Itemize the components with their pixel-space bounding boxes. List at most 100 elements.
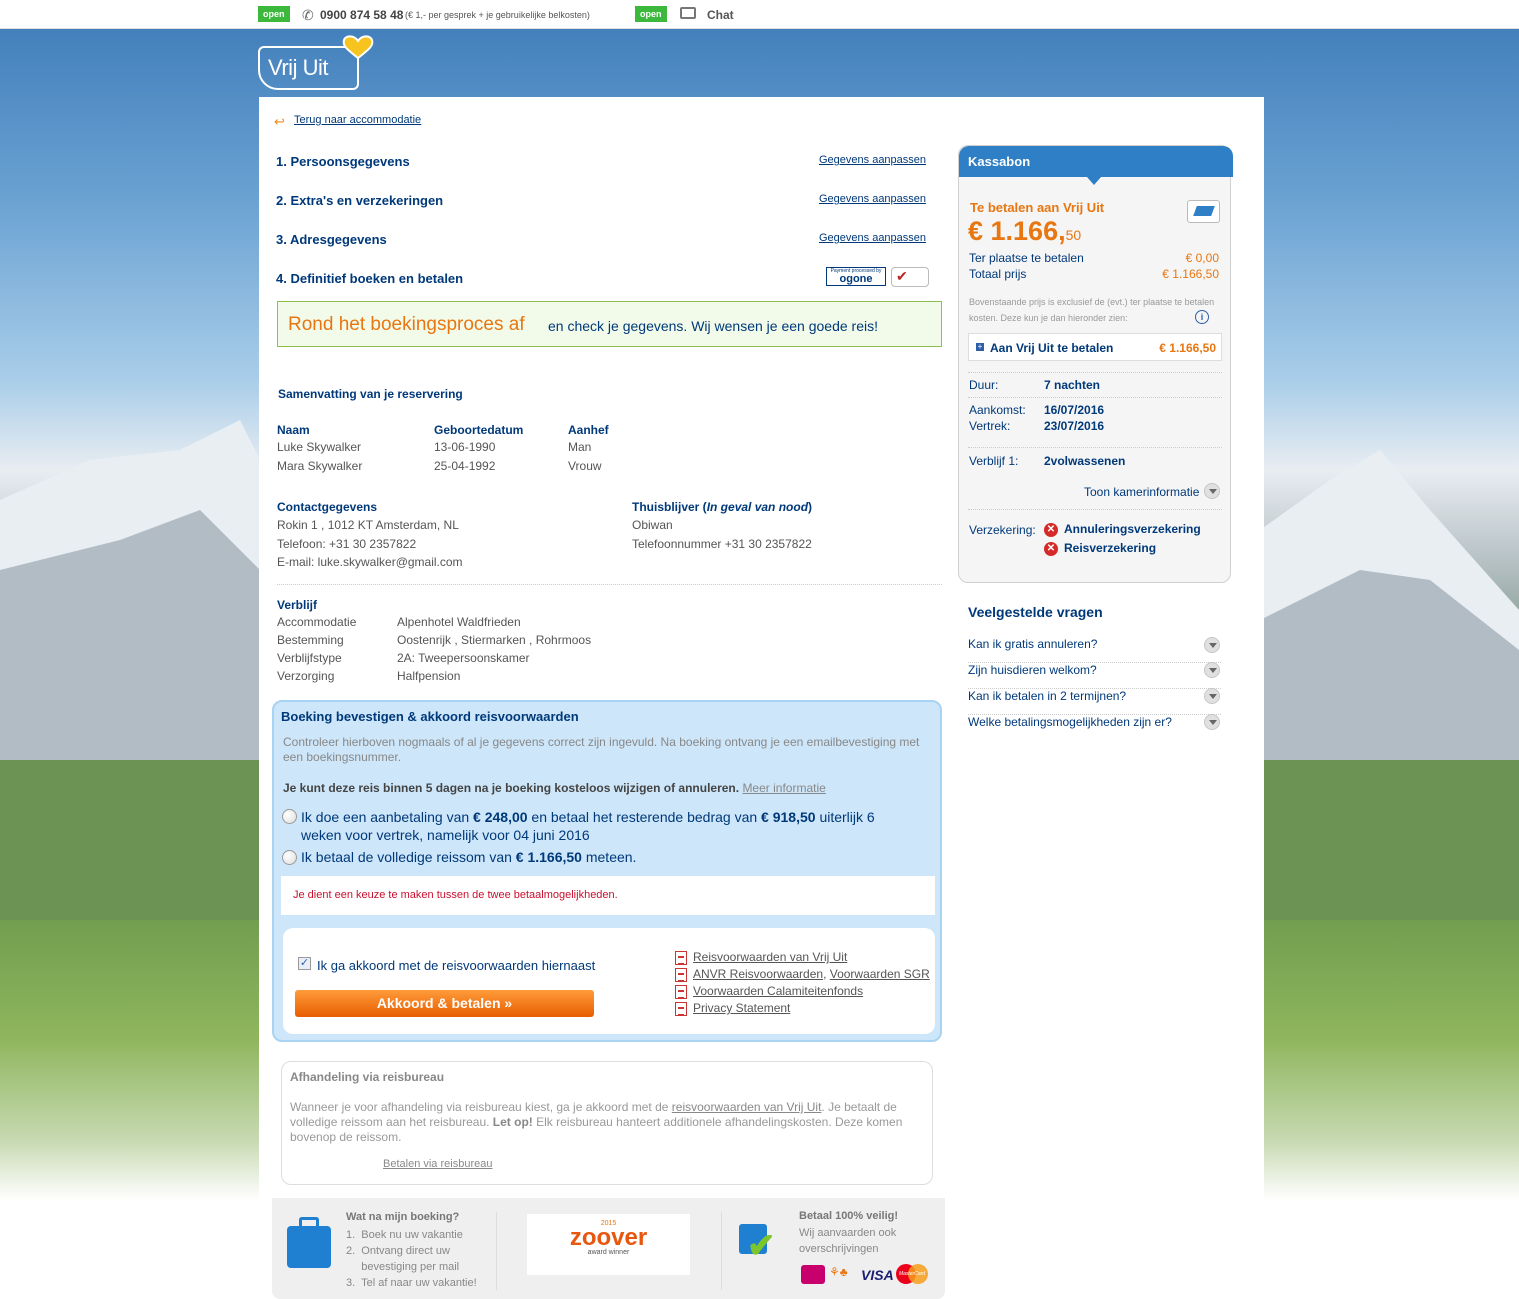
doc-privacy-statement[interactable]: Privacy Statement (693, 1001, 790, 1015)
step-2-edit-link[interactable]: Gegevens aanpassen (819, 193, 926, 205)
terms-box: ✓ Ik ga akkoord met de reisvoorwaarden h… (283, 928, 935, 1034)
footer-divider (721, 1212, 722, 1290)
faq-title: Veelgestelde vragen (968, 604, 1103, 620)
emergency-contact-phone: Telefoonnummer +31 30 2357822 (632, 537, 812, 551)
deposit-option-radio[interactable] (282, 809, 297, 824)
stay-value: 2volwassenen (1044, 454, 1126, 468)
stay-value-accommodation: Alpenhotel Waldfrieden (397, 615, 521, 629)
stay-value-destination: Oostenrijk , Stiermarken , Rohrmoos (397, 633, 592, 647)
safe-pay-title: Betaal 100% veilig! (799, 1210, 899, 1222)
step-1[interactable]: 1. Persoonsgegevens (276, 154, 410, 169)
after-booking-steps: 1. Boek nu uw vakantie 2. Ontvang direct… (346, 1229, 477, 1289)
chat-link[interactable]: Chat (707, 8, 734, 22)
departure-label: Vertrek: (969, 419, 1011, 433)
phone-icon: ✆ (302, 7, 314, 23)
agency-text: Wanneer je voor afhandeling via reisbure… (290, 1100, 903, 1144)
doc-sgr-terms[interactable]: Voorwaarden SGR (830, 967, 930, 981)
pdf-icon (675, 950, 687, 965)
divider (968, 372, 1222, 373)
x-icon: ✕ (1044, 541, 1058, 556)
full-payment-label[interactable]: Ik betaal de volledige reissom van € 1.1… (301, 849, 636, 865)
full-payment-radio[interactable] (282, 850, 297, 865)
header-birthdate: Geboortedatum (434, 423, 524, 437)
contact-phone: Telefoon: +31 30 2357822 (277, 537, 417, 551)
confirm-title: Boeking bevestigen & akkoord reisvoorwaa… (281, 709, 579, 724)
on-site-label: Ter plaatse te betalen (969, 251, 1084, 265)
to-pay-row[interactable]: + Aan Vrij Uit te betalen € 1.166,50 (968, 333, 1222, 361)
step-3[interactable]: 3. Adresgegevens (276, 232, 387, 247)
chevron-down-icon[interactable] (1204, 483, 1220, 499)
phone-number[interactable]: 0900 874 58 48 (320, 8, 403, 22)
step-4: 4. Definitief boeken en betalen (276, 271, 464, 286)
duration-value: 7 nachten (1044, 378, 1101, 392)
to-pay-value: € 1.166,50 (1159, 341, 1216, 355)
chevron-down-icon[interactable] (1204, 714, 1220, 730)
suitcase-icon (287, 1217, 331, 1268)
to-pay-label: Aan Vrij Uit te betalen (990, 341, 1114, 355)
pdf-icon (675, 967, 687, 982)
chevron-down-icon[interactable] (1204, 688, 1220, 704)
divider (968, 447, 1222, 448)
info-icon[interactable]: i (1195, 310, 1209, 324)
bank-icons: ⚘♣ (829, 1265, 848, 1279)
price-note: Bovenstaande prijs is exclusief de (evt.… (969, 297, 1215, 323)
total-value: € 1.166,50 (1162, 267, 1219, 281)
room-info-link[interactable]: Toon kamerinformatie (1084, 485, 1199, 499)
step-2[interactable]: 2. Extra's en verzekeringen (276, 193, 443, 208)
agree-checkbox[interactable]: ✓ (298, 957, 311, 970)
agency-terms-link[interactable]: reisvoorwaarden van Vrij Uit (672, 1100, 822, 1114)
agree-and-pay-button[interactable]: Akkoord & betalen » (295, 990, 594, 1017)
heart-logo-icon (342, 35, 374, 60)
chat-icon (680, 7, 696, 19)
stay-label: Verblijf 1: (969, 454, 1019, 468)
step-1-edit-link[interactable]: Gegevens aanpassen (819, 154, 926, 166)
ogone-badge: Payment processed by ogone (826, 267, 886, 286)
chevron-down-icon[interactable] (1204, 662, 1220, 678)
print-icon[interactable] (1187, 200, 1220, 223)
doc-anvr-terms[interactable]: ANVR Reisvoorwaarden (693, 967, 823, 981)
more-info-link[interactable]: Meer informatie (742, 781, 825, 795)
divider (968, 397, 1222, 398)
footer-divider (496, 1212, 497, 1290)
faq-item-payment-methods[interactable]: Welke betalingsmogelijkheden zijn er? (968, 714, 1221, 741)
top-bar: open ✆ 0900 874 58 48 (€ 1,- per gesprek… (0, 0, 1519, 29)
completion-banner: Rond het boekingsproces af en check je g… (277, 301, 942, 347)
arrival-label: Aankomst: (969, 403, 1026, 417)
agree-label[interactable]: Ik ga akkoord met de reisvoorwaarden hie… (317, 958, 595, 973)
phone-note: (€ 1,- per gesprek + je gebruikelijke be… (405, 10, 590, 20)
header-salutation: Aanhef (568, 423, 609, 437)
contact-address: Rokin 1 , 1012 KT Amsterdam, NL (277, 518, 459, 532)
doc-calamity-fund[interactable]: Voorwaarden Calamiteitenfonds (693, 984, 863, 998)
insurance-label: Verzekering: (969, 523, 1036, 537)
visa-icon: VISA (861, 1267, 894, 1283)
person-1-birthdate: 13-06-1990 (434, 440, 496, 454)
divider (277, 584, 942, 585)
emergency-contact-name: Obiwan (632, 518, 673, 532)
stay-label-board: Verzorging (277, 669, 335, 683)
person-2-name: Mara Skywalker (277, 459, 363, 473)
total-label: Totaal prijs (969, 267, 1027, 281)
person-1-name: Luke Skywalker (277, 440, 362, 454)
phone-open-badge: open (258, 6, 290, 22)
deposit-option-label[interactable]: Ik doe een aanbetaling van € 248,00 en b… (301, 808, 901, 844)
doc-vrij-uit-terms[interactable]: Reisvoorwaarden van Vrij Uit (693, 950, 847, 964)
arrival-value: 16/07/2016 (1044, 403, 1105, 417)
chevron-down-icon[interactable] (1204, 637, 1220, 653)
stay-title: Verblijf (277, 598, 318, 612)
pay-to-label: Te betalen aan Vrij Uit (970, 200, 1105, 215)
pdf-icon (675, 984, 687, 999)
error-message: Je dient een keuze te maken tussen de tw… (293, 889, 618, 901)
free-change-notice: Je kunt deze reis binnen 5 dagen na je b… (283, 781, 826, 795)
step-3-edit-link[interactable]: Gegevens aanpassen (819, 232, 926, 244)
after-booking-title: Wat na mijn boeking? (346, 1211, 460, 1223)
stay-label-destination: Bestemming (277, 633, 344, 647)
faq-item-cancel[interactable]: Kan ik gratis annuleren? (968, 637, 1221, 663)
back-to-accommodation-link[interactable]: Terug naar accommodatie (294, 114, 421, 126)
person-1-salutation: Man (568, 440, 592, 454)
kassabon-panel: Kassabon Te betalen aan Vrij Uit € 1.166… (958, 145, 1233, 583)
faq-item-installments[interactable]: Kan ik betalen in 2 termijnen? (968, 688, 1221, 715)
pdf-icon (675, 1001, 687, 1016)
contact-email: E-mail: luke.skywalker@gmail.com (277, 555, 463, 569)
faq-item-pets[interactable]: Zijn huisdieren welkom? (968, 662, 1221, 689)
pay-via-agency-link[interactable]: Betalen via reisbureau (383, 1158, 492, 1170)
